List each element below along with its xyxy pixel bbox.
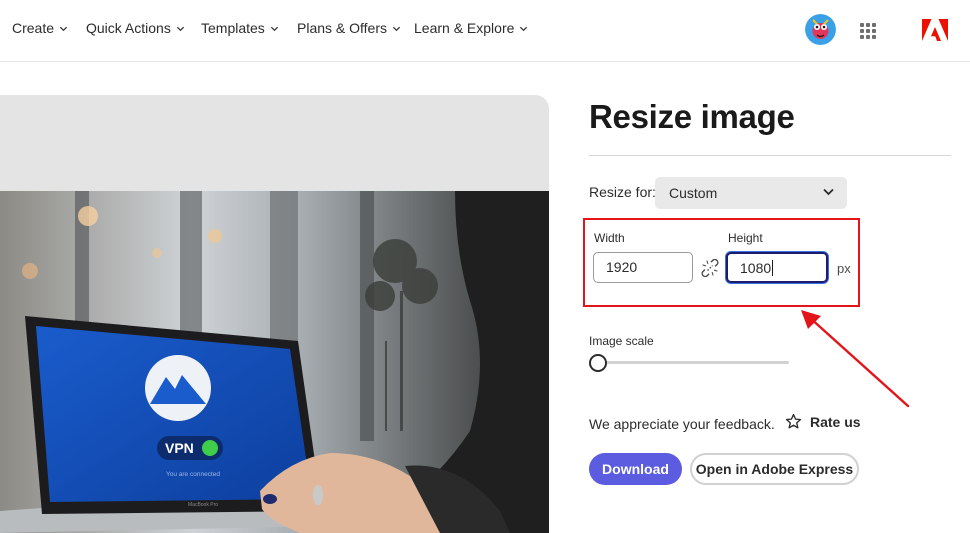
page-title: Resize image [589,98,795,135]
nav-create[interactable]: Create [12,20,68,36]
laptop-brand-text: MacBook Pro [188,502,218,508]
chevron-down-icon [392,26,401,31]
adobe-logo[interactable] [922,19,948,41]
height-value: 1080 [740,260,772,276]
app-grid-icon[interactable] [860,23,876,39]
nav-templates[interactable]: Templates [201,20,279,36]
open-in-adobe-express-label: Open in Adobe Express [695,461,854,477]
nav-plans-offers-label: Plans & Offers [297,20,388,36]
user-avatar[interactable] [805,14,836,45]
nav-plans-offers[interactable]: Plans & Offers [297,20,401,36]
top-nav: Create Quick Actions Templates Plans & O… [0,0,970,62]
nav-quick-actions[interactable]: Quick Actions [86,20,185,36]
nav-learn-explore-label: Learn & Explore [414,20,515,36]
nav-create-label: Create [12,20,55,36]
star-icon [785,413,802,429]
resize-for-label: Resize for: [589,184,656,200]
annotation-arrow [801,310,910,408]
width-label: Width [594,231,625,245]
unit-label: px [837,261,851,276]
height-input[interactable]: 1080 [726,252,828,283]
image-scale-slider-track[interactable] [598,361,789,364]
image-preview: VPN You are connected MacBook Pro [0,95,549,533]
download-button[interactable]: Download [589,453,682,485]
resize-for-value: Custom [669,185,718,201]
feedback-text: We appreciate your feedback. [589,416,775,432]
width-input[interactable]: 1920 [593,252,693,283]
unlink-icon[interactable] [701,259,719,277]
nav-learn-explore[interactable]: Learn & Explore [414,20,528,36]
nav-templates-label: Templates [201,20,265,36]
image-scale-label: Image scale [589,334,654,348]
open-in-adobe-express-button[interactable]: Open in Adobe Express [690,453,859,485]
vpn-status-text: You are connected [166,471,220,478]
download-label: Download [602,461,669,477]
preview-photo: VPN You are connected MacBook Pro [0,191,549,533]
title-divider [589,155,951,156]
height-label: Height [728,231,763,245]
chevron-down-icon [59,26,68,31]
rate-us-label: Rate us [810,413,861,430]
vpn-badge-text: VPN [165,440,194,456]
image-scale-slider-thumb[interactable] [589,354,607,372]
rate-us-button[interactable]: Rate us [785,413,861,430]
chevron-down-icon [176,26,184,31]
nav-quick-actions-label: Quick Actions [86,20,171,36]
chevron-down-icon [823,188,834,196]
chevron-down-icon [520,26,528,31]
text-caret [772,260,774,276]
chevron-down-icon [270,26,278,31]
resize-for-dropdown[interactable]: Custom [655,177,847,209]
avatar-icon [805,14,836,45]
width-value: 1920 [606,259,638,275]
